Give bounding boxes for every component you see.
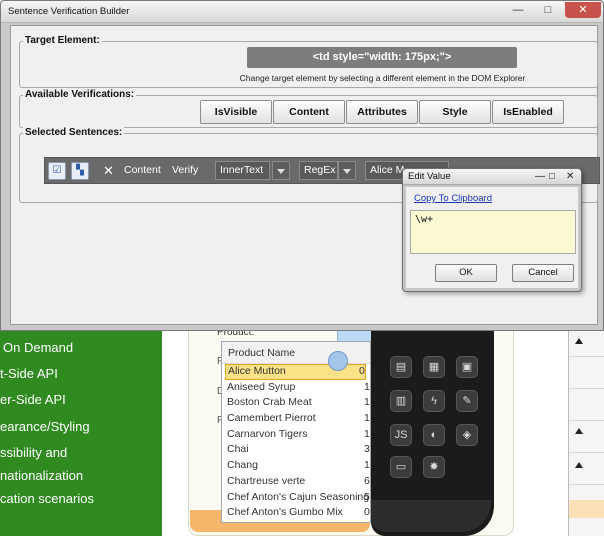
edit-value-title: Edit Value (408, 171, 451, 182)
sentence-content-text: Content (124, 164, 161, 176)
gear-app-icon[interactable]: ✸ (423, 456, 445, 478)
nav-item-client-side-api[interactable]: t-Side API (0, 366, 58, 381)
layers-app-icon[interactable]: ◈ (456, 424, 478, 446)
document-app-icon[interactable]: ▥ (390, 390, 412, 412)
edit-value-title-bar[interactable]: Edit Value — □ ✕ (403, 169, 581, 185)
minimize-button[interactable]: — (505, 2, 531, 18)
selected-sentences-label: Selected Sentences: (23, 127, 125, 138)
attributes-button[interactable]: Attributes (346, 100, 418, 124)
maximize-button[interactable]: □ (549, 169, 555, 184)
screen-app-icon[interactable]: ▭ (390, 456, 412, 478)
list-item[interactable]: Chef Anton's Cajun Seasoning 5 (222, 490, 370, 506)
close-button[interactable]: ✕ (566, 169, 574, 184)
list-item[interactable]: Chang 1 (222, 458, 370, 474)
list-item[interactable]: Aniseed Syrup 1 (222, 380, 370, 396)
available-verifications-label: Available Verifications: (23, 89, 137, 100)
box-app-icon[interactable]: ▣ (456, 356, 478, 378)
compare-select[interactable]: RegEx (299, 161, 338, 180)
close-button[interactable]: ✕ (565, 2, 601, 18)
grid-sort-arrow-icon[interactable] (575, 462, 583, 468)
nav-item-appearance-styling[interactable]: earance/Styling (0, 419, 90, 434)
target-element-hint: Change target element by selecting a dif… (239, 73, 526, 83)
compare-select-arrow-icon[interactable] (338, 161, 356, 180)
copy-to-clipboard-link[interactable]: Copy To Clipboard (414, 193, 492, 204)
edit-value-body: Copy To Clipboard \w+ OK Cancel (406, 187, 578, 288)
target-element-label: Target Element: (23, 35, 102, 46)
product-dropdown-list[interactable]: Product Name Alice Mutton 0 Aniseed Syrup… (221, 341, 371, 523)
isenabled-button[interactable]: IsEnabled (492, 100, 564, 124)
grid-sort-arrow-icon[interactable] (575, 428, 583, 434)
property-select[interactable]: InnerText (215, 161, 270, 180)
maximize-button[interactable]: □ (535, 2, 561, 18)
value-textarea[interactable]: \w+ (410, 210, 576, 254)
nav-item-accessibility[interactable]: ssibility and (0, 445, 67, 460)
list-item[interactable]: Chai 3 (222, 442, 370, 458)
drag-handle-icon[interactable] (328, 351, 348, 371)
remove-sentence-icon[interactable]: ✕ (103, 158, 114, 183)
property-select-arrow-icon[interactable] (272, 161, 290, 180)
edit-value-dialog: Edit Value — □ ✕ Copy To Clipboard \w+ O… (402, 168, 582, 292)
mouse-app-icon[interactable]: ◐ (423, 424, 445, 446)
wrench-app-icon[interactable]: ✎ (456, 390, 478, 412)
sentence-verify-text: Verify (172, 164, 199, 176)
notes-app-icon[interactable]: ▤ (390, 356, 412, 378)
js-app-icon[interactable]: JS (390, 424, 412, 446)
title-bar[interactable]: Sentence Verification Builder — □ ✕ (1, 1, 603, 23)
nav-item-on-demand[interactable]: On Demand (3, 340, 73, 355)
minimize-button[interactable]: — (535, 169, 545, 184)
ok-button[interactable]: OK (435, 264, 497, 282)
style-button[interactable]: Style (419, 100, 491, 124)
bolt-app-icon[interactable]: ϟ (423, 390, 445, 412)
isvisible-button[interactable]: IsVisible (200, 100, 272, 124)
grid-sort-arrow-icon[interactable] (575, 338, 583, 344)
nav-item-application-scenarios[interactable]: cation scenarios (0, 491, 94, 506)
target-element-value: <td style="width: 175px;"> (247, 47, 517, 68)
grid-app-icon[interactable]: ▦ (423, 356, 445, 378)
list-item[interactable]: Camembert Pierrot 1 (222, 411, 370, 427)
phone-base (371, 500, 491, 532)
window-title: Sentence Verification Builder (8, 6, 130, 17)
checkbox-icon[interactable]: ☑ (48, 162, 66, 180)
nav-item-internationalization[interactable]: nationalization (0, 468, 83, 483)
list-item[interactable]: Carnarvon Tigers 1 (222, 427, 370, 443)
list-item[interactable]: Chartreuse verte 6 (222, 474, 370, 490)
content-button[interactable]: Content (273, 100, 345, 124)
list-item[interactable]: Chef Anton's Gumbo Mix 0 (222, 505, 370, 521)
properties-icon[interactable]: ▚ (71, 162, 89, 180)
cancel-button[interactable]: Cancel (512, 264, 574, 282)
list-item[interactable]: Boston Crab Meat 1 (222, 395, 370, 411)
nav-item-server-side-api[interactable]: er-Side API (0, 392, 66, 407)
grid-highlight-cell (569, 500, 604, 518)
